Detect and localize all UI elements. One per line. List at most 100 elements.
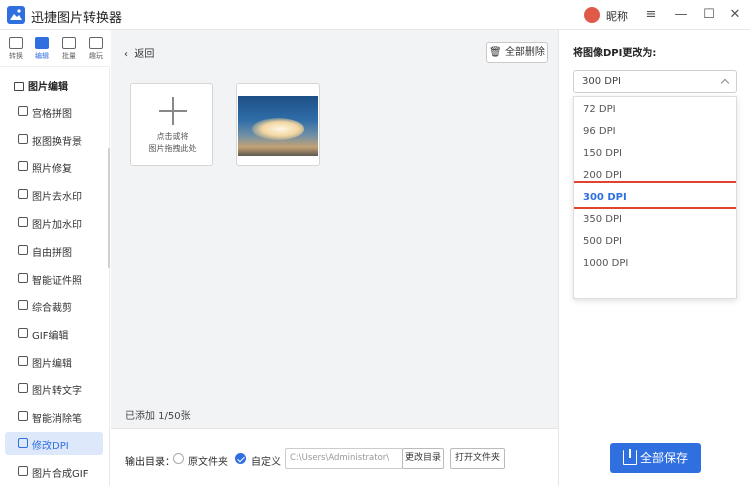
add-watermark-icon	[18, 217, 28, 227]
sidebar-item-grid-collage[interactable]: 宫格拼图	[5, 100, 103, 123]
sidebar-item-gif-edit[interactable]: GIF编辑	[5, 322, 103, 345]
chevron-left-icon: ‹	[124, 49, 128, 60]
avatar[interactable]	[584, 7, 600, 23]
dpi-option[interactable]: 150 DPI	[574, 143, 736, 165]
menu-icon[interactable]: ≡	[641, 5, 661, 25]
eraser-icon	[18, 411, 28, 421]
remove-watermark-icon	[18, 189, 28, 199]
sidebar-item-add-watermark[interactable]: 图片加水印	[5, 211, 103, 234]
open-folder-button[interactable]: 打开文件夹	[450, 448, 505, 469]
sidebar-heading-label: 图片编辑	[28, 82, 68, 93]
cutout-icon	[18, 134, 28, 144]
image-edit-icon	[18, 356, 28, 366]
rail-item-convert[interactable]: 转换	[4, 37, 28, 65]
sidebar-item-label: 自由拼图	[32, 248, 72, 259]
sidebar-item-label: 智能证件照	[32, 276, 82, 287]
sidebar-item-remove-watermark[interactable]: 图片去水印	[5, 183, 103, 206]
radio-original-folder[interactable]	[173, 453, 184, 464]
dpi-option[interactable]: 72 DPI	[574, 99, 736, 121]
save-all-button[interactable]: 全部保存	[610, 443, 701, 473]
sidebar: 图片编辑 宫格拼图 抠图换背景 照片修复 图片去水印 图片加水印 自由拼图 智能…	[0, 68, 110, 486]
rail-item-edit[interactable]: 编辑	[30, 37, 54, 65]
crop-icon	[18, 300, 28, 310]
nickname[interactable]: 昵称	[606, 8, 628, 24]
app-logo-icon	[7, 6, 25, 24]
sidebar-item-image-to-text[interactable]: 图片转文字	[5, 377, 103, 400]
mode-rail: 转换 编辑 批量 趣玩	[0, 30, 110, 67]
sidebar-item-label: 智能消除笔	[32, 414, 82, 425]
rail-item-batch[interactable]: 批量	[57, 37, 81, 65]
sidebar-item-label: 照片修复	[32, 164, 72, 175]
sidebar-item-label: 宫格拼图	[32, 109, 72, 120]
trash-icon: 🗑	[489, 47, 502, 58]
sidebar-item-label: 图片加水印	[32, 220, 82, 231]
image-count: 已添加 1/50张	[125, 411, 191, 422]
dpi-icon	[18, 438, 28, 448]
panel-title: 将图像DPI更改为:	[573, 48, 657, 59]
dpi-option[interactable]: 1000 DPI	[574, 253, 736, 275]
delete-all-button[interactable]: 🗑 全部删除	[486, 42, 548, 63]
title-bar: 迅捷图片转换器 昵称 ≡ — ☐ ✕	[0, 0, 750, 30]
rail-label: 趣玩	[89, 52, 103, 60]
sidebar-item-label: 图片去水印	[32, 192, 82, 203]
sidebar-item-modify-dpi[interactable]: 修改DPI	[5, 432, 103, 455]
rail-label: 编辑	[35, 52, 49, 60]
rail-label: 转换	[9, 52, 23, 60]
plus-icon-vertical	[172, 97, 174, 125]
sidebar-scrollbar[interactable]	[108, 148, 110, 268]
back-button[interactable]: ‹ 返回	[124, 45, 154, 60]
dpi-option[interactable]: 96 DPI	[574, 121, 736, 143]
sidebar-item-free-collage[interactable]: 自由拼图	[5, 239, 103, 262]
chevron-up-icon	[720, 78, 730, 88]
sidebar-item-eraser[interactable]: 智能消除笔	[5, 405, 103, 428]
sidebar-heading: 图片编辑	[14, 78, 68, 93]
sidebar-item-label: 图片合成GIF	[32, 469, 89, 480]
add-card-line2: 图片拖拽此处	[148, 144, 197, 153]
sidebar-item-label: 修改DPI	[32, 441, 69, 452]
save-all-label: 全部保存	[640, 451, 689, 465]
sidebar-item-cutout[interactable]: 抠图换背景	[5, 128, 103, 151]
radio-original-label[interactable]: 原文件夹	[188, 453, 228, 468]
sidebar-item-photo-repair[interactable]: 照片修复	[5, 155, 103, 178]
fun-icon	[89, 37, 103, 49]
dpi-option[interactable]: 500 DPI	[574, 231, 736, 253]
repair-icon	[18, 161, 28, 171]
image-thumbnail[interactable]	[236, 83, 320, 166]
change-directory-button[interactable]: 更改目录	[402, 448, 444, 469]
text-icon	[18, 383, 28, 393]
radio-custom-folder[interactable]	[235, 453, 246, 464]
radio-custom-label[interactable]: 自定义	[251, 453, 281, 468]
maximize-icon[interactable]: ☐	[699, 5, 719, 25]
dpi-panel: 将图像DPI更改为: 300 DPI 72 DPI 96 DPI 150 DPI…	[558, 30, 750, 486]
dpi-option[interactable]: 350 DPI	[574, 209, 736, 231]
minimize-icon[interactable]: —	[671, 5, 691, 25]
sidebar-item-crop[interactable]: 综合裁剪	[5, 294, 103, 317]
sidebar-item-image-edit[interactable]: 图片编辑	[5, 350, 103, 373]
rail-label: 批量	[62, 52, 76, 60]
add-image-card[interactable]: 点击或将 图片拖拽此处	[130, 83, 213, 166]
add-card-line1: 点击或将	[156, 132, 189, 141]
image-edit-icon	[14, 82, 24, 91]
add-card-hint: 点击或将 图片拖拽此处	[131, 131, 214, 155]
collage-icon	[18, 245, 28, 255]
sidebar-item-gif-compose[interactable]: 图片合成GIF	[5, 460, 103, 483]
cloud-shape	[252, 118, 304, 140]
output-bar: 输出目录： 原文件夹 自定义 C:\Users\Administrator\ 更…	[111, 428, 558, 486]
dpi-select[interactable]: 300 DPI	[573, 70, 737, 93]
grid-icon	[18, 106, 28, 116]
rail-item-fun[interactable]: 趣玩	[84, 37, 108, 65]
sidebar-item-label: 抠图换背景	[32, 137, 82, 148]
app-title: 迅捷图片转换器	[31, 11, 123, 26]
close-icon[interactable]: ✕	[725, 5, 745, 25]
edit-icon	[35, 37, 49, 49]
id-photo-icon	[18, 273, 28, 283]
batch-icon	[62, 37, 76, 49]
sidebar-item-id-photo[interactable]: 智能证件照	[5, 267, 103, 290]
convert-icon	[9, 37, 23, 49]
download-arrow	[629, 449, 631, 458]
gif-compose-icon	[18, 466, 28, 476]
output-path-field[interactable]: C:\Users\Administrator\	[285, 448, 403, 469]
back-label: 返回	[134, 49, 155, 60]
sidebar-item-label: GIF编辑	[32, 331, 69, 342]
selection-highlight	[574, 181, 736, 209]
